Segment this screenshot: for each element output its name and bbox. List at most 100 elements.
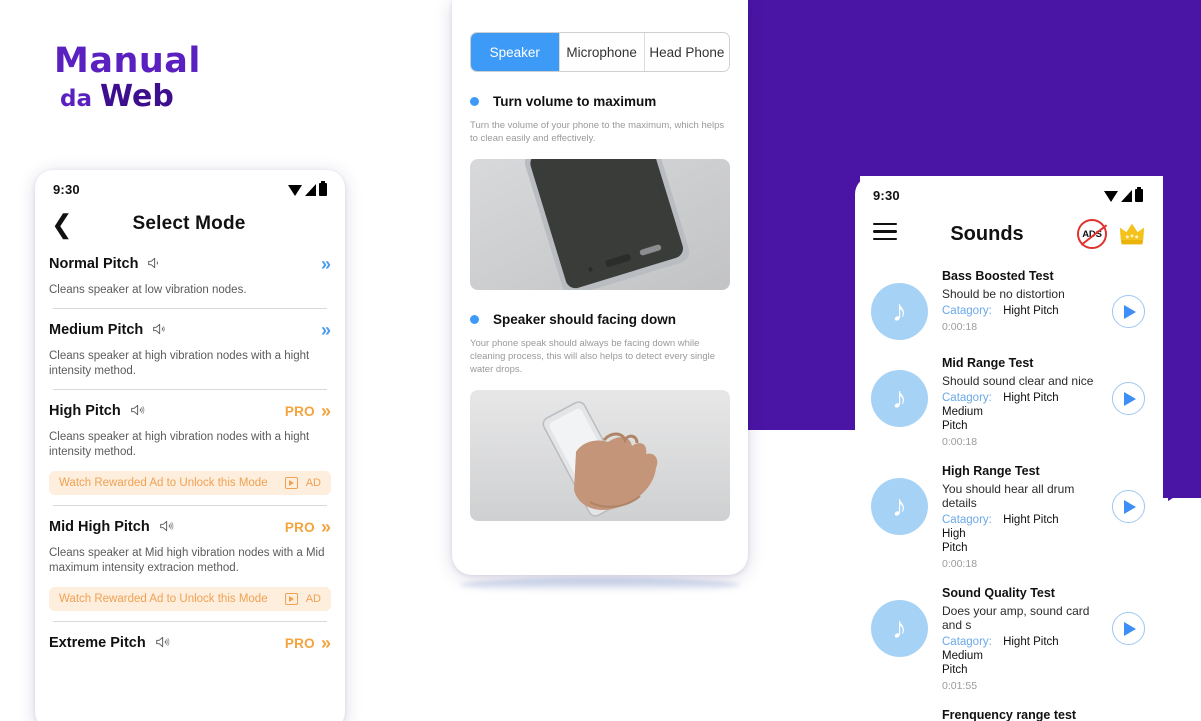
note-glyph: ♪: [892, 294, 907, 328]
double-chevron-icon[interactable]: »: [321, 321, 331, 339]
sound-meta: Mid Range Test Should sound clear and ni…: [928, 356, 1112, 448]
tab-head-phone[interactable]: Head Phone: [644, 33, 729, 71]
category-label: Catagory:: [942, 636, 992, 648]
sound-title: Bass Boosted Test: [942, 269, 1054, 283]
status-time: 9:30: [53, 182, 80, 197]
category-extra: Medium: [942, 650, 983, 662]
speaker-high-icon: [159, 518, 176, 536]
double-chevron-icon[interactable]: »: [321, 634, 331, 652]
sound-meta: Bass Boosted Test Should be no distortio…: [928, 269, 1112, 333]
sound-category: Catagory: Hight Pitch: [942, 392, 1102, 404]
sound-duration: 0:00:18: [942, 558, 978, 570]
no-ads-icon[interactable]: ADS: [1077, 219, 1107, 249]
wifi-icon: [288, 185, 302, 196]
mode-name: Medium Pitch: [49, 322, 144, 338]
category-label: Catagory:: [942, 392, 992, 404]
sound-title: Mid Range Test: [942, 356, 1034, 370]
sound-subtitle: You should hear all drum details: [942, 482, 1075, 510]
hamburger-line: [873, 230, 897, 233]
rewarded-ad-button[interactable]: Watch Rewarded Ad to Unlock this Mode AD: [49, 471, 331, 495]
device-type-tabs[interactable]: Speaker Microphone Head Phone: [470, 32, 730, 72]
sound-subtitle: Does your amp, sound card and s: [942, 604, 1090, 632]
sound-list-item[interactable]: ♪ Sound Quality Test Does your amp, soun…: [855, 578, 1161, 700]
ad-play-icon: [284, 593, 298, 605]
play-icon[interactable]: [1112, 382, 1145, 415]
ad-play-icon: [284, 477, 298, 489]
sound-list-item[interactable]: ♪ Mid Range Test Should sound clear and …: [855, 348, 1161, 456]
category-value: Hight Pitch: [1003, 636, 1059, 648]
instruction-body: Turn the volume of your phone to the max…: [470, 120, 725, 144]
instruction-heading: Turn volume to maximum: [470, 94, 730, 109]
mode-name: High Pitch: [49, 403, 121, 419]
pro-badge: PRO: [284, 519, 315, 535]
sounds-list: ♪ Bass Boosted Test Should be no distort…: [855, 255, 1161, 721]
note-glyph: ♪: [892, 489, 907, 523]
mode-divider: [53, 389, 327, 390]
speaker-medium-icon: [152, 321, 169, 339]
music-note-icon: ♪: [871, 370, 928, 427]
sound-list-item[interactable]: ♪ Bass Boosted Test Should be no distort…: [855, 261, 1161, 348]
brand-logo: Manual da Web: [54, 42, 284, 122]
play-icon[interactable]: [1112, 612, 1145, 645]
sound-list-item[interactable]: ♪ High Range Test You should hear all dr…: [855, 456, 1161, 578]
app-bar-sounds: Sounds ADS: [855, 207, 1161, 255]
mode-header: Extreme Pitch PRO »: [49, 634, 331, 652]
sound-duration: 0:01:55: [942, 680, 978, 692]
double-chevron-icon[interactable]: »: [321, 518, 331, 536]
category-extra-2: Pitch: [942, 542, 968, 554]
mode-item[interactable]: High Pitch PRO » Cleans speaker at high v…: [49, 379, 331, 495]
mode-item[interactable]: Extreme Pitch PRO »: [49, 611, 331, 652]
sound-title: Sound Quality Test: [942, 586, 1055, 600]
instruction-sections: Turn volume to maximum Turn the volume o…: [470, 94, 730, 521]
ad-label: AD: [305, 477, 321, 489]
mode-divider: [53, 308, 327, 309]
sound-duration: 0:00:18: [942, 436, 978, 448]
mode-list: Normal Pitch » Cleans speaker at low vib…: [35, 245, 345, 652]
play-icon[interactable]: [1112, 295, 1145, 328]
phone-on-table-photo: [470, 159, 730, 290]
pro-badge: PRO: [284, 403, 315, 419]
instruction-heading: Speaker should facing down: [470, 312, 730, 327]
brand-line-2: da Web: [54, 80, 284, 116]
category-extra-2: Pitch: [942, 664, 968, 676]
instruction-body: Your phone speak should always be facing…: [470, 338, 716, 375]
mode-header: Normal Pitch »: [49, 255, 331, 273]
page-title: Select Mode: [132, 213, 246, 234]
mode-item[interactable]: Mid High Pitch PRO » Cleans speaker at Mi…: [49, 495, 331, 611]
battery-icon: [319, 181, 327, 196]
brand-web: Web: [100, 79, 174, 114]
tab-speaker[interactable]: Speaker: [471, 33, 560, 71]
category-label: Catagory:: [942, 514, 992, 526]
instruction-title: Turn volume to maximum: [493, 94, 657, 109]
sound-list-item[interactable]: ♪ Frenquency range test: [855, 700, 1161, 721]
sound-category: Catagory: Hight Pitch: [942, 636, 1102, 648]
back-chevron-icon[interactable]: ❮: [51, 211, 73, 237]
play-icon[interactable]: [1112, 490, 1145, 523]
hamburger-menu-icon[interactable]: [873, 222, 897, 246]
status-bar-left: 9:30: [35, 170, 345, 201]
mode-name: Mid High Pitch: [49, 519, 150, 535]
double-chevron-icon[interactable]: »: [321, 255, 331, 273]
category-extra: High: [942, 528, 966, 540]
rewarded-ad-text: Watch Rewarded Ad to Unlock this Mode: [59, 477, 268, 489]
category-value: Hight Pitch: [1003, 392, 1059, 404]
phone-mockup-select-mode: 9:30 ❮ Select Mode Normal Pitch » Cleans…: [35, 170, 345, 721]
status-icons: [1104, 187, 1143, 202]
tab-microphone[interactable]: Microphone: [559, 33, 645, 71]
speaker-high-icon: [130, 402, 147, 420]
ad-label: AD: [305, 593, 321, 605]
mode-name: Extreme Pitch: [49, 635, 146, 651]
speaker-low-icon: [147, 255, 164, 273]
mode-description: Cleans speaker at high vibration nodes w…: [49, 431, 310, 458]
category-label: Catagory:: [942, 305, 992, 317]
mode-item[interactable]: Normal Pitch » Cleans speaker at low vib…: [49, 245, 331, 298]
crown-icon[interactable]: [1117, 219, 1147, 249]
mode-description: Cleans speaker at high vibration nodes w…: [49, 350, 310, 377]
rewarded-ad-button[interactable]: Watch Rewarded Ad to Unlock this Mode AD: [49, 587, 331, 611]
mode-item[interactable]: Medium Pitch » Cleans speaker at high vi…: [49, 298, 331, 379]
note-glyph: ♪: [892, 611, 907, 645]
phone-mockup-instructions: Speaker Microphone Head Phone Turn volume …: [452, 0, 748, 575]
signal-icon: [305, 184, 316, 196]
phone-mockup-sounds: 9:30 Sounds ADS ♪ Bass Boosted Test Shou…: [855, 176, 1161, 721]
double-chevron-icon[interactable]: »: [321, 402, 331, 420]
